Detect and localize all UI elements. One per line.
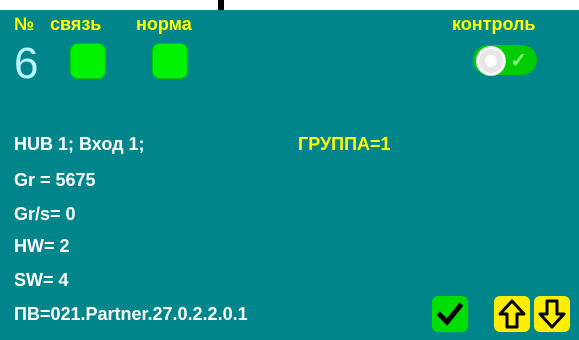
control-toggle[interactable]: ✓ <box>473 45 537 76</box>
check-icon: ✓ <box>510 50 527 72</box>
sw-version: SW= 4 <box>14 270 69 290</box>
hub-input-line: HUB 1; Вход 1; <box>14 134 145 154</box>
norm-status-indicator <box>152 43 188 79</box>
norm-label: норма <box>136 14 192 34</box>
firmware-version: ПВ=021.Partner.27.0.2.2.0.1 <box>14 304 248 324</box>
gr-value: Gr = 5675 <box>14 170 96 190</box>
link-label: связь <box>50 14 102 34</box>
link-status-indicator <box>70 43 106 79</box>
group-line: ГРУППА=1 <box>298 134 391 154</box>
arrow-up-icon <box>498 299 526 329</box>
number-label: № <box>14 14 35 34</box>
top-marker <box>218 0 224 10</box>
toggle-knob-icon <box>476 46 506 76</box>
arrow-down-icon <box>538 299 566 329</box>
up-button[interactable] <box>494 296 530 332</box>
hw-version: HW= 2 <box>14 236 70 256</box>
device-number: 6 <box>14 39 39 88</box>
check-icon <box>436 302 464 326</box>
device-screen: № связь норма контроль 6 ✓ HUB 1; Вход 1… <box>0 10 579 340</box>
confirm-button[interactable] <box>432 296 468 332</box>
down-button[interactable] <box>534 296 570 332</box>
control-label: контроль <box>452 14 536 34</box>
gr-per-second-value: Gr/s= 0 <box>14 204 76 224</box>
